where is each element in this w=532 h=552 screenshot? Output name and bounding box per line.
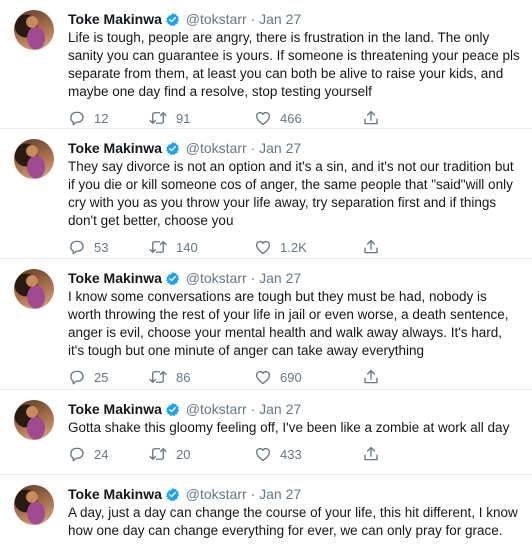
share-icon [364, 239, 378, 254]
share-icon [364, 369, 378, 384]
retweet-icon [149, 371, 167, 383]
retweet-count: 140 [176, 239, 198, 255]
tweet-text: They say divorce is not an option and it… [68, 159, 514, 228]
tweet-header: Toke Makinwa @tokstarr · Jan 27 [68, 400, 520, 418]
share-button[interactable] [362, 109, 392, 127]
retweet-button[interactable]: 140 [148, 238, 254, 256]
like-count: 1.2K [280, 239, 307, 255]
timeline: Toke Makinwa @tokstarr · Jan 27 Life is … [0, 0, 532, 552]
reply-icon [70, 111, 84, 126]
tweet-actions: 25 86 690 [68, 360, 520, 394]
separator-dot: · [250, 140, 256, 156]
author-name[interactable]: Toke Makinwa [68, 11, 162, 27]
like-count: 690 [280, 369, 302, 385]
reply-button[interactable]: 24 [68, 445, 148, 463]
verified-badge-icon [165, 402, 179, 417]
tweet-header: Toke Makinwa @tokstarr · Jan 27 [68, 269, 520, 287]
reply-count: 53 [94, 239, 109, 255]
verified-badge-icon [165, 12, 179, 27]
author-name[interactable]: Toke Makinwa [68, 140, 162, 156]
tweet-date[interactable]: Jan 27 [259, 270, 301, 286]
tweet-header: Toke Makinwa @tokstarr · Jan 27 [68, 485, 520, 503]
like-button[interactable]: 1.2K [254, 238, 362, 256]
author-handle[interactable]: @tokstarr [186, 486, 247, 502]
share-icon [364, 446, 378, 461]
author-name[interactable]: Toke Makinwa [68, 401, 162, 417]
reply-icon [70, 447, 84, 462]
avatar[interactable] [14, 485, 54, 525]
reply-count: 24 [94, 446, 109, 462]
author-name[interactable]: Toke Makinwa [68, 270, 162, 286]
tweet-header: Toke Makinwa @tokstarr · Jan 27 [68, 10, 520, 28]
share-button[interactable] [362, 368, 392, 386]
reply-button[interactable]: 25 [68, 368, 148, 386]
like-count: 466 [280, 110, 302, 126]
retweet-count: 20 [176, 446, 191, 462]
separator-dot: · [250, 270, 256, 286]
tweet[interactable]: Toke Makinwa @tokstarr · Jan 27 Life is … [0, 0, 532, 129]
retweet-count: 91 [176, 110, 191, 126]
tweet-actions: 24 20 433 [68, 437, 520, 471]
retweet-button[interactable]: 86 [148, 368, 254, 386]
tweet-text: Life is tough, people are angry, there i… [68, 30, 520, 99]
reply-icon [70, 370, 84, 385]
reply-count: 12 [94, 110, 109, 126]
avatar[interactable] [14, 10, 54, 50]
retweet-button[interactable]: 91 [148, 109, 254, 127]
tweet[interactable]: Toke Makinwa @tokstarr · Jan 27 They say… [0, 129, 532, 259]
author-handle[interactable]: @tokstarr [186, 140, 247, 156]
tweet[interactable]: Toke Makinwa @tokstarr · Jan 27 A day, j… [0, 475, 532, 552]
like-count: 433 [280, 446, 302, 462]
author-name[interactable]: Toke Makinwa [68, 486, 162, 502]
retweet-count: 86 [176, 369, 191, 385]
heart-icon [255, 240, 271, 255]
tweet-date[interactable]: Jan 27 [259, 140, 301, 156]
verified-badge-icon [165, 487, 179, 502]
tweet-text: Gotta shake this gloomy feeling off, I'v… [68, 420, 510, 435]
reply-button[interactable]: 12 [68, 109, 148, 127]
heart-icon [255, 370, 271, 385]
tweet-text: I know some conversations are tough but … [68, 289, 509, 358]
like-button[interactable]: 433 [254, 445, 362, 463]
share-icon [364, 110, 378, 125]
like-button[interactable]: 466 [254, 109, 362, 127]
tweet-header: Toke Makinwa @tokstarr · Jan 27 [68, 139, 520, 157]
retweet-button[interactable]: 20 [148, 445, 254, 463]
share-button[interactable] [362, 445, 392, 463]
separator-dot: · [250, 11, 256, 27]
avatar[interactable] [14, 139, 54, 179]
retweet-icon [149, 241, 167, 253]
verified-badge-icon [165, 271, 179, 286]
author-handle[interactable]: @tokstarr [186, 11, 247, 27]
separator-dot: · [250, 401, 256, 417]
tweet-date[interactable]: Jan 27 [259, 486, 301, 502]
retweet-icon [149, 112, 167, 124]
share-button[interactable] [362, 238, 392, 256]
like-button[interactable]: 690 [254, 368, 362, 386]
tweet[interactable]: Toke Makinwa @tokstarr · Jan 27 Gotta sh… [0, 390, 532, 475]
reply-button[interactable]: 53 [68, 238, 148, 256]
reply-count: 25 [94, 369, 109, 385]
separator-dot: · [250, 486, 256, 502]
verified-badge-icon [165, 141, 179, 156]
tweet-text: A day, just a day can change the course … [68, 505, 518, 538]
author-handle[interactable]: @tokstarr [186, 270, 247, 286]
heart-icon [255, 447, 271, 462]
author-handle[interactable]: @tokstarr [186, 401, 247, 417]
avatar[interactable] [14, 400, 54, 440]
tweet-date[interactable]: Jan 27 [259, 401, 301, 417]
reply-icon [70, 240, 84, 255]
heart-icon [255, 111, 271, 126]
avatar[interactable] [14, 269, 54, 309]
retweet-icon [149, 448, 167, 460]
tweet[interactable]: Toke Makinwa @tokstarr · Jan 27 I know s… [0, 259, 532, 390]
tweet-date[interactable]: Jan 27 [259, 11, 301, 27]
